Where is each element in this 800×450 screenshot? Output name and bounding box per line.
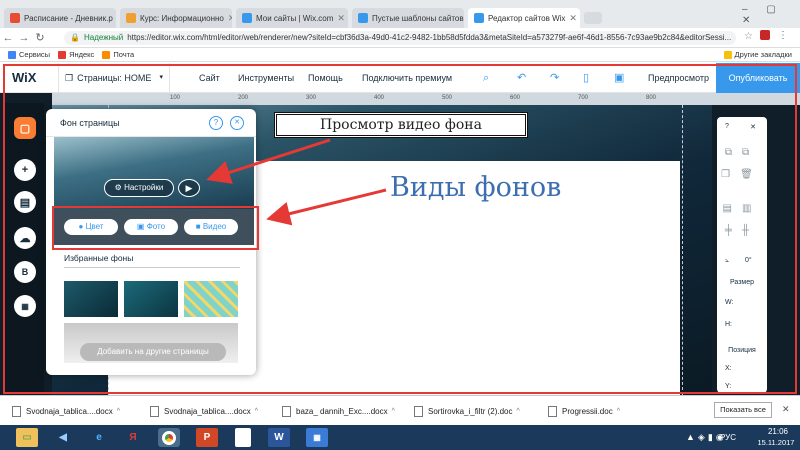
annotation-arrows — [206, 138, 387, 226]
arrow-to-types — [266, 188, 387, 226]
arrow-to-play — [206, 138, 331, 184]
